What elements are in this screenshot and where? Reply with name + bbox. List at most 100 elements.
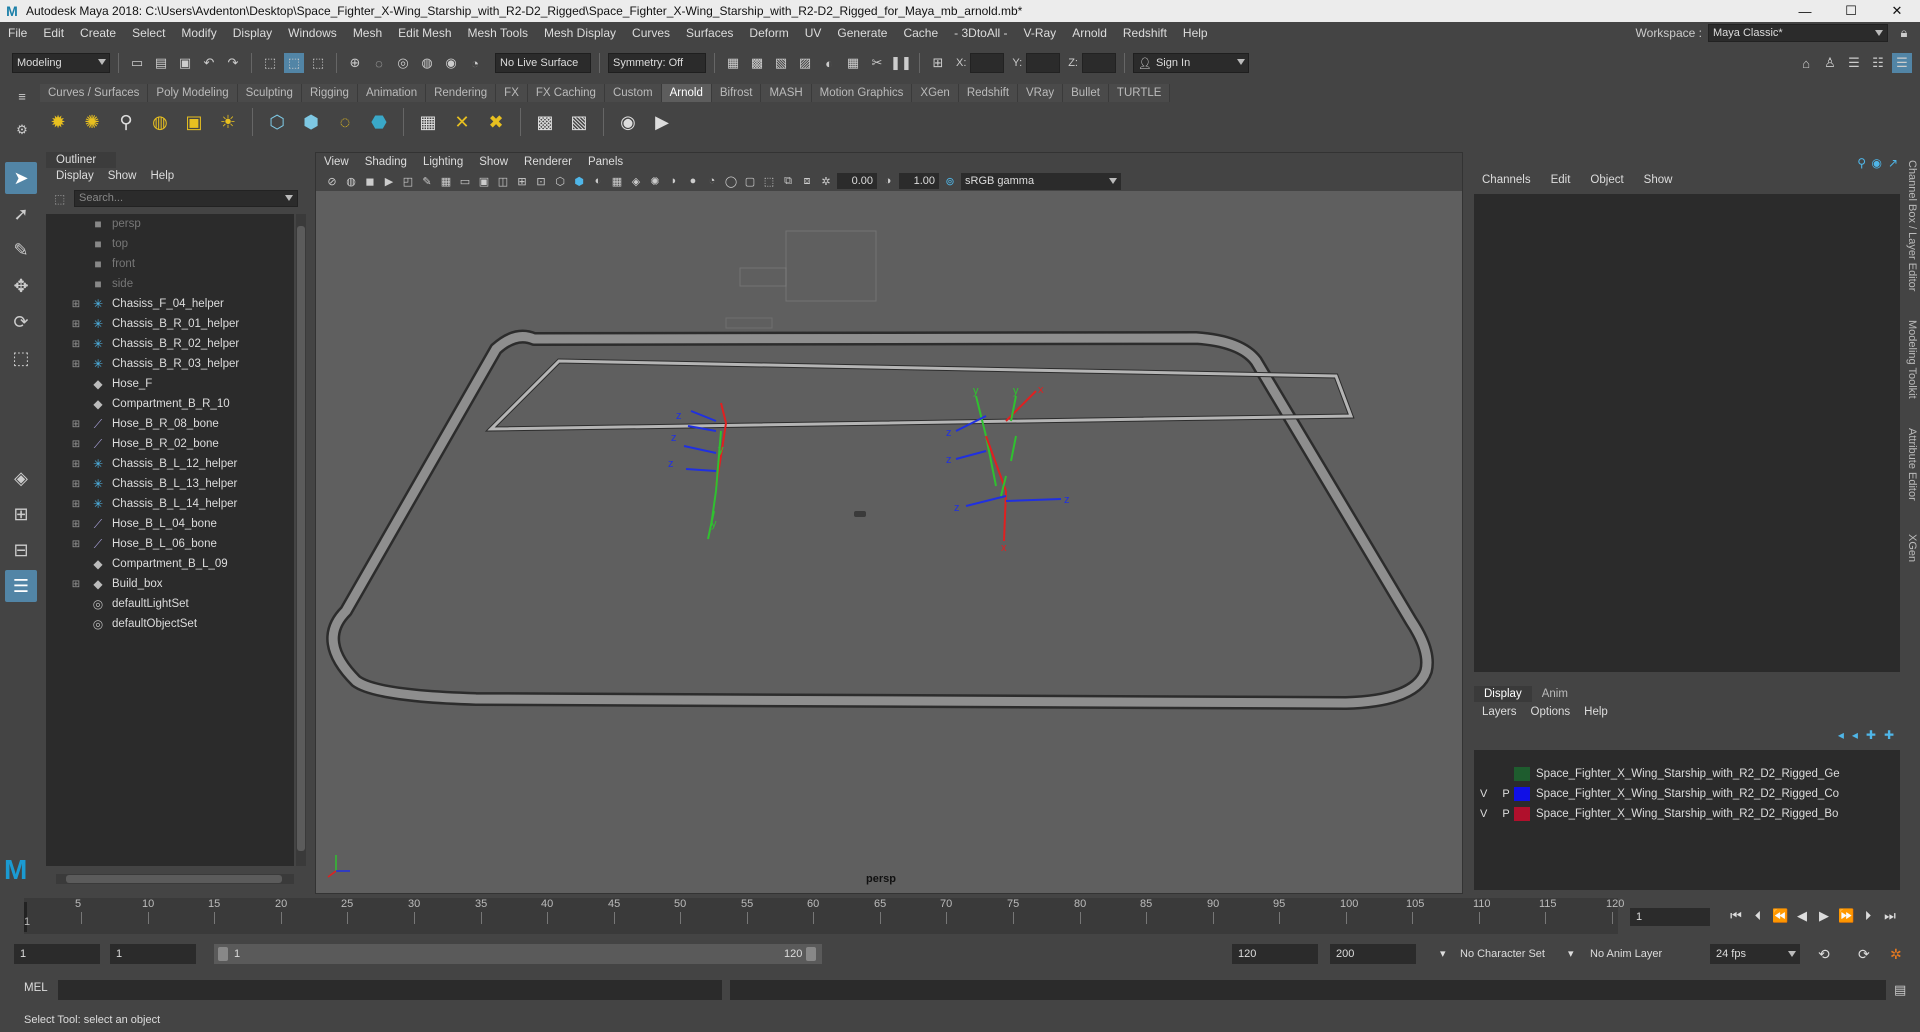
safe-action-icon[interactable]: ⊡ xyxy=(533,173,549,189)
current-frame-field[interactable]: 1 xyxy=(1630,908,1710,926)
color-management-icon[interactable]: ⊚ xyxy=(942,173,958,189)
field-chart-icon[interactable]: ⊞ xyxy=(514,173,530,189)
outliner-item[interactable]: ⊞ ✳ Chassis_B_L_12_helper xyxy=(46,454,294,474)
layers-options-menu[interactable]: Options xyxy=(1531,706,1571,718)
flush-texture-cache-icon[interactable]: ▦ xyxy=(414,108,442,136)
xray-joints-icon[interactable]: ⬚ xyxy=(761,173,777,189)
animation-prefs-icon[interactable]: ✲ xyxy=(1890,944,1902,964)
viewport-menu-renderer[interactable]: Renderer xyxy=(524,156,572,168)
move-layer-up-icon[interactable]: ◂ xyxy=(1838,728,1844,742)
color-space-dropdown[interactable]: sRGB gamma xyxy=(961,172,1121,190)
viewport-scene[interactable]: z z z y y y y x z z z z x xyxy=(316,191,1462,893)
help-icon[interactable]: ◉ xyxy=(1872,156,1882,170)
select-tool-icon[interactable]: ➤ xyxy=(5,162,37,194)
light-portal-icon[interactable]: ▣ xyxy=(180,108,208,136)
shelf-tab-custom[interactable]: Custom xyxy=(604,84,662,102)
step-back-icon[interactable]: ⏴ xyxy=(1750,908,1766,924)
layers-help-menu[interactable]: Help xyxy=(1584,706,1608,718)
character-set-label[interactable]: No Character Set xyxy=(1460,944,1545,964)
channels-menu[interactable]: Channels xyxy=(1482,174,1531,186)
shelf-tab-curves-surfaces[interactable]: Curves / Surfaces xyxy=(40,84,149,102)
menu-edit[interactable]: Edit xyxy=(35,26,72,40)
menu-curves[interactable]: Curves xyxy=(624,26,678,40)
anti-aliasing-icon[interactable]: ◯ xyxy=(723,173,739,189)
shelf-tab-fx-caching[interactable]: FX Caching xyxy=(527,84,605,102)
menu-mesh-display[interactable]: Mesh Display xyxy=(536,26,624,40)
expand-icon[interactable]: ⊞ xyxy=(70,519,82,530)
four-view-icon[interactable]: ⊞ xyxy=(5,498,37,530)
menu-mesh-tools[interactable]: Mesh Tools xyxy=(460,26,536,40)
outliner-item[interactable]: ⊞ ✳ Chassis_B_L_14_helper xyxy=(46,494,294,514)
animation-end-field[interactable]: 200 xyxy=(1330,944,1416,964)
pin-icon[interactable]: ⚲ xyxy=(1857,156,1866,170)
layers-menu[interactable]: Layers xyxy=(1482,706,1517,718)
xray-icon[interactable]: ◈ xyxy=(628,173,644,189)
save-scene-icon[interactable]: ▣ xyxy=(175,53,195,73)
viewport-menu-shading[interactable]: Shading xyxy=(365,156,407,168)
lights-icon[interactable]: ✺ xyxy=(647,173,663,189)
outliner-menu-show[interactable]: Show xyxy=(108,170,137,184)
outliner-item[interactable]: ■ front xyxy=(46,254,294,274)
exposure-field[interactable]: 0.00 xyxy=(837,173,877,189)
sign-in-dropdown[interactable]: 👤︎ Sign In xyxy=(1132,53,1249,73)
layer-color-swatch[interactable] xyxy=(1514,787,1530,801)
open-scene-icon[interactable]: ▤ xyxy=(151,53,171,73)
exposure-icon[interactable]: ✲ xyxy=(818,173,834,189)
display-layer-row[interactable]: Space_Fighter_X_Wing_Starship_with_R2_D2… xyxy=(1474,764,1900,784)
modeling-toolkit-icon[interactable]: ⌂ xyxy=(1796,53,1816,73)
channels-object-menu[interactable]: Object xyxy=(1590,174,1623,186)
expand-icon[interactable]: ⊞ xyxy=(70,299,82,310)
anim-layer-label[interactable]: No Anim Layer xyxy=(1590,944,1662,964)
shadows-icon[interactable]: ◗ xyxy=(666,173,682,189)
ipr-render-icon[interactable]: ▧ xyxy=(771,53,791,73)
shelf-tab-sculpting[interactable]: Sculpting xyxy=(237,84,302,102)
shelf-tab-bullet[interactable]: Bullet xyxy=(1063,84,1109,102)
channels-edit-menu[interactable]: Edit xyxy=(1551,174,1571,186)
expand-icon[interactable]: ⊞ xyxy=(70,439,82,450)
float-icon[interactable]: ↗ xyxy=(1888,156,1898,170)
side-tab-channel-box[interactable]: Channel Box / Layer Editor xyxy=(1906,160,1918,291)
redo-icon[interactable]: ↷ xyxy=(223,53,243,73)
mode-dropdown[interactable]: Modeling xyxy=(12,53,110,73)
step-forward-icon[interactable]: ⏵ xyxy=(1860,908,1876,924)
range-end-handle[interactable] xyxy=(806,947,816,961)
image-plane-icon[interactable]: ▶ xyxy=(381,173,397,189)
viewport-menu-lighting[interactable]: Lighting xyxy=(423,156,463,168)
textured-icon[interactable]: ▦ xyxy=(609,173,625,189)
menu-cache[interactable]: Cache xyxy=(895,26,946,40)
minimize-button[interactable]: — xyxy=(1782,0,1828,22)
menu-file[interactable]: File xyxy=(0,26,35,40)
menu-vray[interactable]: V-Ray xyxy=(1016,26,1065,40)
select-hierarchy-icon[interactable]: ⬚ xyxy=(260,53,280,73)
menu-3dtoall[interactable]: - 3DtoAll - xyxy=(946,26,1015,40)
menu-generate[interactable]: Generate xyxy=(829,26,895,40)
attribute-editor-icon[interactable]: ☰ xyxy=(1844,53,1864,73)
maximize-button[interactable]: ☐ xyxy=(1828,0,1874,22)
shelf-tab-animation[interactable]: Animation xyxy=(357,84,427,102)
snap-curve-icon[interactable]: ◌ xyxy=(369,53,389,73)
shelf-tab-arnold[interactable]: Arnold xyxy=(661,84,712,102)
outliner-item[interactable]: ◆ Compartment_B_L_09 xyxy=(46,554,294,574)
film-gate-icon[interactable]: ▭ xyxy=(457,173,473,189)
render-frame-icon[interactable]: ▩ xyxy=(747,53,767,73)
time-slider[interactable]: 1 5 10 15 20 25 30 35 40 45 50 55 60 65 70 75 80 85 90 95 1… xyxy=(0,898,1920,934)
light-manager-icon[interactable]: ▧ xyxy=(565,108,593,136)
go-to-start-icon[interactable]: ⏮ xyxy=(1728,908,1744,924)
close-button[interactable]: ✕ xyxy=(1874,0,1920,22)
shelf-tab-vray[interactable]: VRay xyxy=(1018,84,1064,102)
outliner-item[interactable]: ■ persp xyxy=(46,214,294,234)
y-field[interactable] xyxy=(1026,53,1061,73)
side-tab-xgen[interactable]: XGen xyxy=(1906,534,1918,562)
step-forward-key-icon[interactable]: ⏩ xyxy=(1838,908,1854,924)
single-view-icon[interactable]: ◈ xyxy=(5,462,37,494)
shelf-settings-icon[interactable]: ⚙ xyxy=(12,120,32,140)
curve-collector-icon[interactable]: ◌ xyxy=(331,108,359,136)
scroll-thumb[interactable] xyxy=(297,226,305,851)
layer-color-swatch[interactable] xyxy=(1514,807,1530,821)
layer-visibility-toggle[interactable]: V P xyxy=(1474,788,1514,800)
grid-icon[interactable]: ▦ xyxy=(438,173,454,189)
menu-help[interactable]: Help xyxy=(1175,26,1216,40)
texture-manager-icon[interactable]: ▩ xyxy=(531,108,559,136)
expand-icon[interactable]: ⊞ xyxy=(70,539,82,550)
select-camera-icon[interactable]: ⊘ xyxy=(324,173,340,189)
